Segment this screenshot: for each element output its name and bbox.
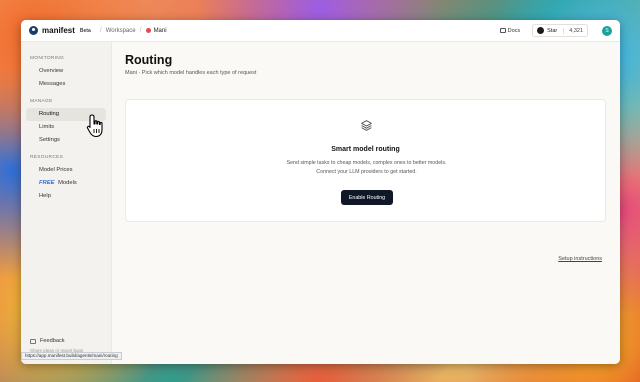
free-tag: FREE bbox=[39, 180, 55, 186]
star-count: 4,321 bbox=[563, 27, 583, 34]
enable-routing-button[interactable]: Enable Routing bbox=[341, 190, 393, 205]
sidebar-item-overview[interactable]: Overview bbox=[26, 65, 106, 78]
layers-icon bbox=[361, 120, 372, 131]
breadcrumb-separator: / bbox=[99, 27, 102, 34]
card-title: Smart model routing bbox=[331, 146, 400, 153]
sidebar: MONITORING Overview Messages MANAGE Rout… bbox=[21, 42, 112, 364]
feedback-icon bbox=[30, 338, 36, 344]
agent-status-dot bbox=[145, 28, 151, 33]
breadcrumb-workspace[interactable]: Workspace bbox=[106, 28, 136, 34]
github-icon bbox=[537, 27, 545, 34]
section-label-manage: MANAGE bbox=[30, 99, 53, 104]
sidebar-item-free-models[interactable]: FREE Models bbox=[26, 177, 106, 190]
page-subtitle: Mani · Pick which model handles each typ… bbox=[125, 70, 257, 76]
page-title: Routing bbox=[125, 53, 173, 67]
setup-instructions-link[interactable]: Setup instructions bbox=[558, 256, 602, 262]
avatar[interactable]: S bbox=[602, 25, 612, 36]
beta-badge: Beta bbox=[79, 27, 91, 34]
app-window: manifest Beta / Workspace / Mani Docs St… bbox=[21, 20, 620, 364]
sidebar-item-messages[interactable]: Messages bbox=[26, 78, 106, 91]
logo-icon[interactable] bbox=[29, 26, 38, 35]
book-icon bbox=[499, 28, 506, 33]
star-label: Star bbox=[547, 27, 558, 34]
section-label-monitoring: MONITORING bbox=[30, 56, 65, 61]
breadcrumb-separator: / bbox=[139, 27, 142, 34]
section-label-resources: RESOURCES bbox=[30, 155, 64, 160]
feedback-label: Feedback bbox=[40, 338, 65, 344]
card-description: Send simple tasks to cheap models, compl… bbox=[286, 160, 447, 175]
sidebar-item-model-prices[interactable]: Model Prices bbox=[26, 164, 106, 177]
routing-empty-state-card: Smart model routing Send simple tasks to… bbox=[125, 99, 606, 222]
hand-cursor-icon bbox=[86, 114, 103, 138]
top-bar: manifest Beta / Workspace / Mani Docs St… bbox=[21, 20, 620, 42]
brand-name[interactable]: manifest bbox=[42, 26, 75, 35]
docs-label: Docs bbox=[507, 27, 521, 34]
sidebar-item-label: Models bbox=[58, 180, 77, 186]
feedback-button[interactable]: Feedback bbox=[30, 338, 65, 344]
docs-button[interactable]: Docs bbox=[499, 27, 521, 34]
breadcrumb-agent[interactable]: Mani bbox=[145, 27, 167, 34]
sidebar-item-help[interactable]: Help bbox=[26, 190, 106, 203]
github-star-button[interactable]: Star 4,321 bbox=[532, 24, 588, 37]
status-bar-url: https://app.manifest.build/agents/mani/r… bbox=[21, 352, 122, 360]
main-content: Routing Mani · Pick which model handles … bbox=[125, 42, 606, 364]
agent-name: Mani bbox=[153, 27, 167, 34]
